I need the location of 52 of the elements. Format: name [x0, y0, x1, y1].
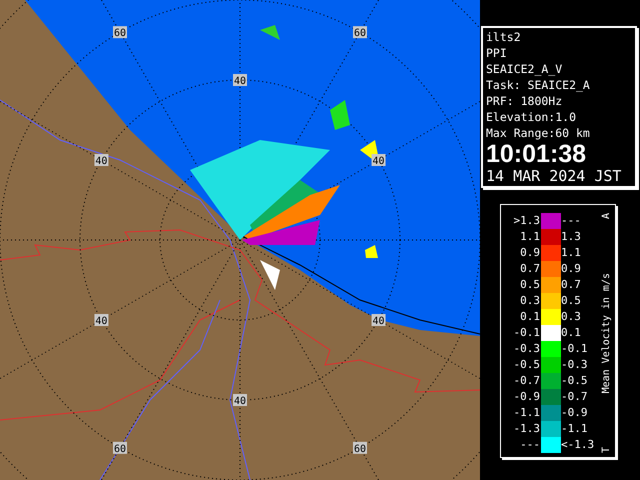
range-label: 40 — [233, 394, 247, 407]
time-text: 10:01:38 — [486, 141, 588, 167]
range-label: 40 — [233, 74, 247, 87]
legend-label: 1.1 — [519, 228, 541, 245]
info-text: PPI — [486, 45, 508, 61]
info-text: SEAICE2_A_V — [486, 61, 564, 77]
range-label: 60 — [353, 26, 367, 40]
legend-label: -1.3 — [512, 420, 541, 437]
legend-label: -0.5 — [512, 356, 541, 373]
range-label: 40 — [94, 314, 108, 327]
legend-label: -0.1 — [561, 340, 588, 357]
range-label: 60 — [113, 26, 127, 40]
legend-label: >1.3 — [512, 212, 541, 229]
info-text: Elevation:1.0 — [486, 109, 578, 125]
marker-text: A — [600, 213, 613, 220]
legend-label: -1.1 — [561, 420, 588, 437]
legend-label: 0.5 — [519, 276, 541, 293]
legend-label: 1.1 — [561, 244, 582, 261]
legend-label: 0.7 — [519, 260, 541, 277]
legend-label: 0.7 — [561, 276, 582, 293]
legend-label: --- — [519, 436, 541, 453]
legend-label: -0.1 — [512, 324, 541, 341]
legend-title: Mean Velocity in m/s — [600, 272, 613, 394]
legend-label: 0.3 — [561, 308, 582, 325]
legend-label: 1.3 — [561, 228, 582, 245]
legend-label: 0.9 — [519, 244, 541, 261]
legend-label: 0.1 — [519, 308, 541, 325]
info-text: ilts2 — [486, 29, 522, 45]
legend-label: 0.3 — [519, 292, 541, 309]
legend-label: -0.3 — [561, 356, 588, 373]
range-label: 40 — [372, 314, 386, 327]
range-label: 40 — [372, 154, 386, 167]
info-text: Max Range:60 km — [486, 125, 591, 141]
marker-text: T — [600, 446, 613, 453]
date-text: 14 MAR 2024 JST — [486, 167, 622, 185]
legend-label: -1.1 — [512, 404, 541, 421]
info-text: PRF: 1800Hz — [486, 93, 564, 109]
legend-label: 0.5 — [561, 292, 582, 309]
legend-label: <-1.3 — [561, 436, 596, 453]
range-label: 40 — [94, 154, 108, 167]
legend-label: -0.3 — [512, 340, 541, 357]
legend-label: -0.9 — [561, 404, 588, 421]
legend-label: 0.9 — [561, 260, 582, 277]
legend-label: -0.9 — [512, 388, 541, 405]
legend-label: -0.7 — [561, 388, 588, 405]
legend-label: -0.5 — [561, 372, 588, 389]
range-label: 60 — [353, 442, 367, 455]
info-text: Task: SEAICE2_A — [486, 77, 591, 93]
legend-label: --- — [561, 212, 582, 229]
legend-label: 0.1 — [561, 324, 582, 341]
range-label: 60 — [113, 442, 127, 455]
legend-label: -0.7 — [512, 372, 541, 389]
